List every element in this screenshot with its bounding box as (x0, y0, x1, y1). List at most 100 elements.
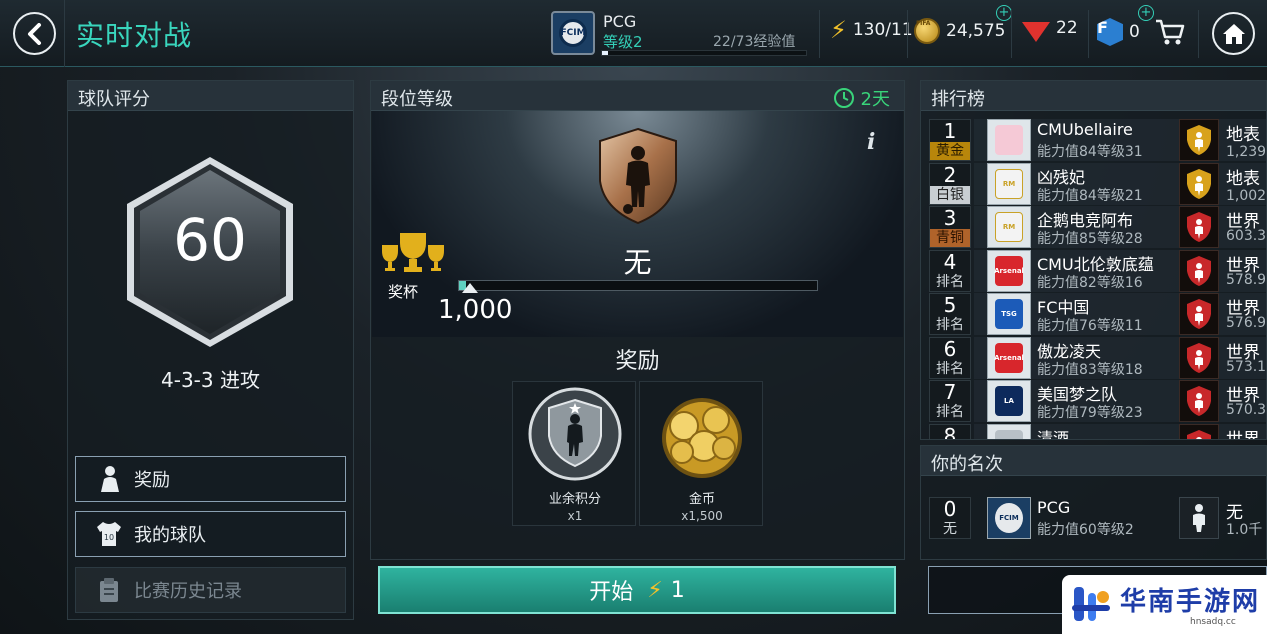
rank-number: 7 (943, 380, 957, 404)
rank-number: 4 (943, 249, 957, 274)
jersey-number: 10 (104, 533, 114, 542)
rewards-button[interactable]: 奖励 (75, 456, 346, 502)
player-stats: 能力值85等级28 (1037, 231, 1143, 247)
leaderboard-row[interactable]: 5 排名 TSG FC中国 能力值76等级11 世界 576.9 (929, 293, 1267, 336)
amateur-badge-icon (528, 387, 622, 481)
coin-icon: FIFA (914, 18, 940, 44)
profile-card[interactable]: FCIM PCG 等级2 22/73经验值 (551, 10, 809, 58)
my-team-button[interactable]: 10 我的球队 (75, 511, 346, 557)
crest-text: Arsenal (994, 342, 1024, 373)
rank-tier: 无 (943, 521, 957, 537)
season-timer-value: 2天 (860, 89, 890, 110)
trophy-progress-bar (458, 280, 818, 291)
match-history-button[interactable]: 比赛历史记录 (75, 567, 346, 613)
player-stats: 能力值79等级23 (1037, 405, 1143, 421)
your-rank-heading: 你的名次 (921, 446, 1266, 476)
division-badge-icon (1179, 206, 1219, 248)
rank-tier: 黄金 (930, 142, 970, 160)
rank-cell: 3 青铜 (929, 206, 971, 248)
lightning-icon: ⚡ (647, 577, 663, 603)
division-points: 578.9 (1226, 271, 1267, 288)
player-icon (94, 464, 124, 494)
leaderboard-row[interactable]: 4 排名 Arsenal CMU北伦敦底蕴 能力值82等级16 世界 578.9 (929, 249, 1267, 293)
rewards-button-label: 奖励 (134, 470, 170, 491)
start-match-button[interactable]: 开始 ⚡ 1 (378, 566, 896, 614)
divider (1011, 10, 1012, 58)
chevron-left-icon (27, 22, 41, 45)
shop-button[interactable] (1154, 17, 1186, 47)
reward-card-amateur[interactable]: 业余积分 x1 (512, 381, 636, 526)
rank-cell: 1 黄金 (929, 119, 971, 161)
division-name: 世界 (1226, 429, 1260, 440)
home-icon (1222, 23, 1245, 44)
add-points-button[interactable]: + (1138, 5, 1154, 21)
fifa-points-value: 0 (1129, 22, 1140, 42)
info-button[interactable]: i (867, 129, 875, 155)
player-stats: 能力值76等级11 (1037, 318, 1143, 334)
player-stats: 能力值84等级21 (1037, 187, 1143, 204)
reward-heading: 奖励 (615, 349, 660, 374)
club-crest-icon: RM (987, 162, 1031, 205)
gems-stat[interactable]: 22 (1022, 18, 1078, 42)
rank-number: 0 (943, 497, 957, 521)
rank-name: 无 (623, 246, 652, 279)
my-team-button-label: 我的球队 (134, 525, 206, 546)
clipboard-icon (94, 575, 124, 605)
watermark-url: hnsadq.cc (1190, 617, 1236, 627)
rank-tier: 排名 (936, 404, 964, 420)
rank-tier: 排名 (936, 360, 964, 377)
coins-stat[interactable]: FIFA 24,575 (914, 18, 1005, 44)
division-badge-icon (1179, 423, 1219, 439)
leaderboard-row[interactable]: 6 排名 Arsenal 傲龙凌天 能力值83等级18 世界 573.1 (929, 336, 1267, 380)
division-points: 576.9 (1226, 315, 1267, 331)
club-level: 等级2 (603, 33, 643, 51)
back-button[interactable] (13, 12, 56, 55)
leaderboard-row[interactable]: 7 排名 LA 美国梦之队 能力值79等级23 世界 570.3 (929, 380, 1267, 423)
club-crest-icon (987, 423, 1031, 439)
leaderboard-row[interactable]: 8排名 清酒 世界 (929, 423, 1266, 440)
lightning-icon: ⚡ (830, 16, 847, 44)
rating-badge: 60 (124, 154, 296, 350)
jersey-icon: 10 (94, 519, 124, 549)
division-points: 570.3 (1226, 402, 1267, 418)
rank-cell: 8排名 (929, 423, 971, 439)
gems-value: 22 (1056, 18, 1078, 38)
start-button-cost: 1 (670, 577, 685, 603)
rank-tier: 白银 (930, 185, 970, 204)
stamina-value: 130/11 (852, 20, 913, 40)
crest-text (995, 125, 1023, 155)
exp-progress-fill (602, 51, 609, 55)
your-rank-row[interactable]: 0 无 FCIM PCG 能力值60等级2 无 1.0千 (929, 497, 1266, 540)
rank-cell: 0 无 (929, 497, 971, 539)
division-points: 1.0千 (1226, 522, 1263, 538)
add-coins-button[interactable]: + (996, 5, 1012, 21)
rank-number: 5 (943, 293, 957, 317)
coin-pile-icon (662, 398, 742, 478)
leaderboard-row[interactable]: 1黄金CMUbellaire能力值84等级31地表1,239百 (929, 119, 1266, 162)
site-logo-icon (1072, 587, 1110, 621)
division-points: 573.1 (1226, 358, 1267, 375)
leaderboard-row[interactable]: 3 青铜 RM 企鹅电竞阿布 能力值85等级28 世界 603.3 (929, 206, 1266, 249)
division-hero: i 无 奖杯 1,000 (372, 111, 903, 337)
fifa-points-icon: F (1097, 18, 1123, 46)
player-name: PCG (1037, 498, 1071, 517)
home-button[interactable] (1212, 12, 1255, 55)
exp-progress-bar (601, 50, 807, 56)
cart-icon (1156, 19, 1185, 45)
divider (907, 10, 908, 58)
division-points: 1,002百 (1226, 187, 1267, 204)
stamina-stat[interactable]: ⚡ 130/11 (830, 18, 913, 42)
crest-text: Arsenal (994, 255, 1024, 286)
exp-text: 22/73经验值 (713, 34, 796, 50)
divider (819, 10, 820, 58)
player-name: 清酒 (1037, 428, 1070, 440)
crest-text: TSG (995, 299, 1023, 329)
club-crest-icon: RM (987, 206, 1031, 248)
clock-icon (833, 88, 854, 108)
fifa-points-stat[interactable]: F 0 (1097, 18, 1140, 46)
leaderboard-row[interactable]: 2白银RM凶残妃能力值84等级21地表1,002百 (929, 162, 1267, 206)
reward-card-coins[interactable]: 金币 x1,500 (639, 381, 763, 526)
reward-label: 业余积分 (548, 492, 601, 507)
progress-marker-icon (462, 283, 478, 293)
division-badge-icon (1179, 380, 1219, 422)
